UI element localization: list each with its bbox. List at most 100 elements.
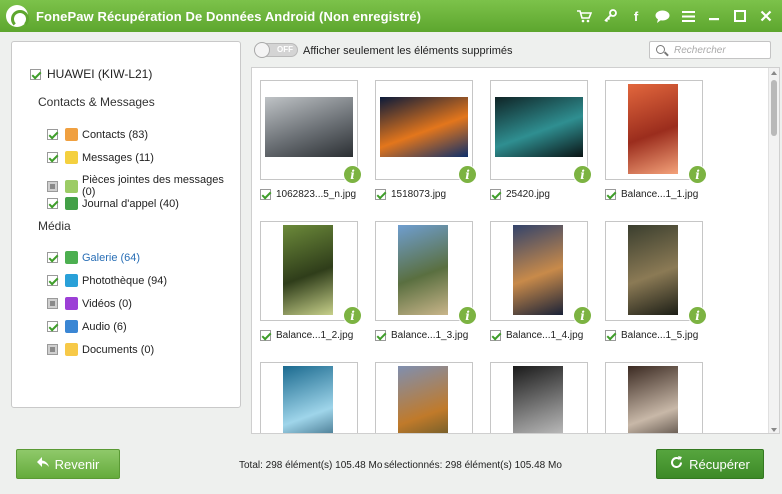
file-checkbox[interactable]	[375, 189, 386, 200]
file-tile[interactable]: i 1062823...5_n.jpg	[252, 68, 367, 208]
title-bar: FonePaw Récupération De Données Android …	[0, 0, 782, 32]
file-tile[interactable]: i 25420.jpg	[482, 68, 597, 208]
key-icon[interactable]	[602, 8, 618, 24]
category-checkbox[interactable]	[47, 152, 58, 163]
category-row[interactable]: Journal d'appel (40)	[47, 197, 179, 210]
file-tile[interactable]: i Balance...1_5.jpg	[597, 209, 712, 349]
scroll-up-icon[interactable]	[771, 71, 777, 75]
category-checkbox[interactable]	[47, 298, 58, 309]
back-arrow-icon	[36, 457, 49, 471]
file-tile[interactable]: i	[482, 350, 597, 433]
category-label: Journal d'appel (40)	[82, 197, 179, 210]
device-name: HUAWEI (KIW-L21)	[47, 67, 153, 81]
title-bar-controls: f	[576, 0, 774, 32]
category-row[interactable]: Contacts (83)	[47, 128, 148, 141]
thumbnail-frame[interactable]: i	[490, 221, 592, 325]
thumbnail-frame[interactable]: i	[490, 362, 588, 433]
footer-bar: Revenir Total: 298 élément(s) 105.48 Mo …	[0, 434, 782, 494]
category-label: Contacts (83)	[82, 128, 149, 141]
category-checkbox[interactable]	[47, 180, 58, 192]
file-label: Balance...1_1.jpg	[605, 189, 713, 200]
image-thumbnail	[265, 97, 353, 157]
info-icon[interactable]: i	[343, 306, 362, 325]
category-row[interactable]: Documents (0)	[47, 343, 154, 356]
device-checkbox[interactable]	[30, 68, 41, 80]
category-row[interactable]: Audio (6)	[47, 320, 127, 333]
menu-icon[interactable]	[680, 8, 696, 24]
file-checkbox[interactable]	[260, 330, 271, 341]
category-checkbox[interactable]	[47, 252, 58, 263]
file-tile[interactable]: i	[252, 350, 367, 433]
file-checkbox[interactable]	[260, 189, 271, 200]
file-tile[interactable]: i 1518073.jpg	[367, 68, 482, 208]
thumbnail-frame[interactable]: i	[605, 221, 707, 325]
facebook-icon[interactable]: f	[628, 8, 644, 24]
category-row[interactable]: Pièces jointes des messages (0)	[47, 174, 240, 198]
file-name: Balance...1_4.jpg	[506, 330, 584, 341]
thumbnail-frame[interactable]: i	[375, 362, 473, 433]
search-box[interactable]	[649, 41, 771, 59]
recover-button[interactable]: Récupérer	[656, 449, 764, 479]
file-tile[interactable]: i Balance...1_3.jpg	[367, 209, 482, 349]
file-name: 1062823...5_n.jpg	[276, 189, 357, 200]
file-tile[interactable]: i	[367, 350, 482, 433]
close-icon[interactable]	[758, 8, 774, 24]
back-button[interactable]: Revenir	[16, 449, 120, 479]
category-checkbox[interactable]	[47, 129, 58, 140]
thumbnail-frame[interactable]: i	[260, 221, 362, 325]
cart-icon[interactable]	[576, 8, 592, 24]
category-label: Audio (6)	[82, 320, 127, 333]
chat-icon[interactable]	[654, 8, 670, 24]
info-icon[interactable]: i	[688, 306, 707, 325]
file-checkbox[interactable]	[375, 330, 386, 341]
category-label: Pièces jointes des messages (0)	[82, 174, 224, 198]
info-icon[interactable]: i	[458, 165, 477, 184]
documents-icon	[65, 343, 78, 356]
file-checkbox[interactable]	[605, 189, 616, 200]
image-thumbnail	[398, 366, 448, 433]
file-tile[interactable]: i Balance...1_1.jpg	[597, 68, 712, 208]
file-tile[interactable]: i Balance...1_4.jpg	[482, 209, 597, 349]
file-tile[interactable]: i	[597, 350, 712, 433]
category-row[interactable]: Galerie (64)	[47, 251, 140, 264]
file-checkbox[interactable]	[490, 189, 501, 200]
thumbnail-frame[interactable]: i	[490, 80, 592, 184]
vertical-scrollbar[interactable]	[768, 68, 779, 433]
file-checkbox[interactable]	[490, 330, 501, 341]
category-checkbox[interactable]	[47, 321, 58, 332]
search-input[interactable]	[674, 44, 766, 56]
thumbnail-frame[interactable]: i	[260, 362, 358, 433]
category-checkbox[interactable]	[47, 344, 58, 355]
category-row[interactable]: Photothèque (94)	[47, 274, 167, 287]
thumbnail-frame[interactable]: i	[605, 362, 703, 433]
maximize-icon[interactable]	[732, 8, 748, 24]
category-row[interactable]: Vidéos (0)	[47, 297, 132, 310]
info-icon[interactable]: i	[688, 165, 707, 184]
thumbnail-frame[interactable]: i	[605, 80, 707, 184]
minimize-icon[interactable]	[706, 8, 722, 24]
search-icon	[656, 45, 665, 54]
file-name: 1518073.jpg	[391, 189, 447, 200]
deleted-only-toggle[interactable]: OFF	[254, 42, 298, 58]
info-icon[interactable]: i	[573, 165, 592, 184]
thumbnail-frame[interactable]: i	[375, 221, 477, 325]
scrollbar-thumb[interactable]	[771, 80, 777, 136]
image-thumbnail	[495, 97, 583, 157]
device-row[interactable]: HUAWEI (KIW-L21)	[30, 67, 152, 81]
file-checkbox[interactable]	[605, 330, 616, 341]
info-icon[interactable]: i	[343, 165, 362, 184]
info-icon[interactable]: i	[573, 306, 592, 325]
file-name: Balance...1_5.jpg	[621, 330, 699, 341]
category-checkbox[interactable]	[47, 275, 58, 286]
file-tile[interactable]: i Balance...1_2.jpg	[252, 209, 367, 349]
refresh-icon	[670, 456, 683, 472]
messages-icon	[65, 151, 78, 164]
image-thumbnail	[513, 225, 563, 315]
category-checkbox[interactable]	[47, 198, 58, 209]
thumbnail-frame[interactable]: i	[375, 80, 477, 184]
thumbnail-frame[interactable]: i	[260, 80, 362, 184]
video-icon	[65, 297, 78, 310]
scroll-down-icon[interactable]	[771, 428, 777, 432]
info-icon[interactable]: i	[458, 306, 477, 325]
category-row[interactable]: Messages (11)	[47, 151, 154, 164]
